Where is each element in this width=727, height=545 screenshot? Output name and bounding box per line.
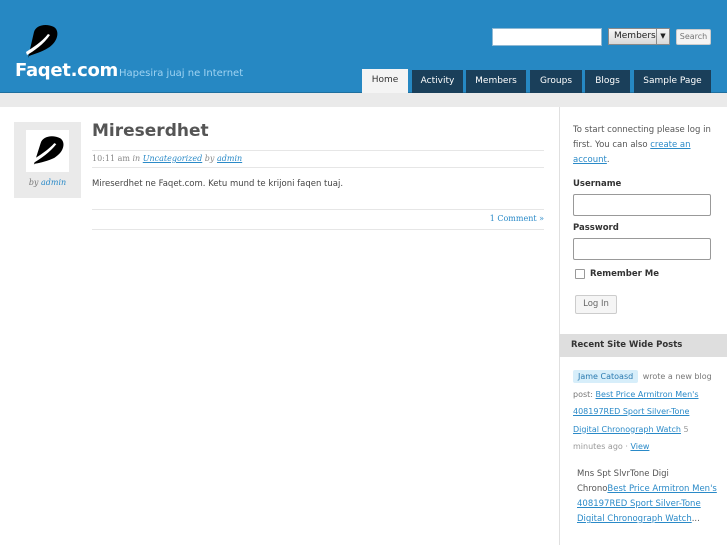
- post-body: Mireserdhet ne Faqet.com. Ketu mund te k…: [92, 179, 344, 189]
- activity-view-link[interactable]: View: [630, 442, 649, 451]
- recent-posts-heading: Recent Site Wide Posts: [559, 334, 727, 357]
- search-scope-select[interactable]: Members ▼: [608, 28, 670, 45]
- password-field[interactable]: [573, 238, 711, 260]
- site-tagline: Hapesira juaj ne Internet: [119, 68, 244, 79]
- author-link[interactable]: admin: [41, 178, 66, 187]
- avatar[interactable]: [26, 130, 69, 172]
- author-byline: by admin: [28, 178, 67, 187]
- site-name[interactable]: Faqet.com: [15, 60, 118, 81]
- tab-sample-page[interactable]: Sample Page: [634, 70, 711, 93]
- tab-groups[interactable]: Groups: [530, 70, 582, 93]
- search-scope-value: Members: [614, 31, 656, 41]
- login-button[interactable]: Log In: [575, 295, 617, 314]
- site-header: Faqet.com Hapesira juaj ne Internet Memb…: [0, 0, 727, 93]
- username-label: Username: [573, 179, 622, 189]
- post-title[interactable]: Mireserdhet: [92, 121, 209, 141]
- search-button[interactable]: Search: [676, 29, 711, 45]
- tab-activity[interactable]: Activity: [412, 70, 463, 93]
- tab-blogs[interactable]: Blogs: [585, 70, 630, 93]
- category-link[interactable]: Uncategorized: [143, 154, 202, 163]
- remember-me-label: Remember Me: [590, 269, 660, 279]
- password-label: Password: [573, 223, 619, 233]
- post-excerpt: Mns Spt SlvrTone Digi ChronoBest Price A…: [577, 469, 717, 524]
- activity-user-link[interactable]: Jame Catoasd: [573, 370, 639, 383]
- activity-item: Jame Catoasd wrote a new blog post: Best…: [573, 370, 712, 451]
- search-input[interactable]: [492, 28, 602, 46]
- login-intro: To start connecting please log in first.…: [573, 125, 711, 165]
- site-logo[interactable]: [16, 22, 60, 62]
- post-footer: 1 Comment »: [92, 209, 544, 230]
- username-field[interactable]: [573, 194, 711, 216]
- tab-members[interactable]: Members: [466, 70, 526, 93]
- remember-me-checkbox[interactable]: [575, 269, 585, 279]
- tab-home[interactable]: Home: [362, 69, 408, 93]
- post-meta: 10:11 am in Uncategorized by admin: [92, 150, 544, 168]
- main-content: [0, 107, 559, 545]
- chevron-down-icon: ▼: [656, 29, 669, 44]
- comments-link[interactable]: 1 Comment »: [490, 214, 544, 223]
- author-box: by admin: [14, 122, 81, 198]
- post-time: 10:11 am: [92, 154, 130, 163]
- post-author-link[interactable]: admin: [217, 154, 242, 163]
